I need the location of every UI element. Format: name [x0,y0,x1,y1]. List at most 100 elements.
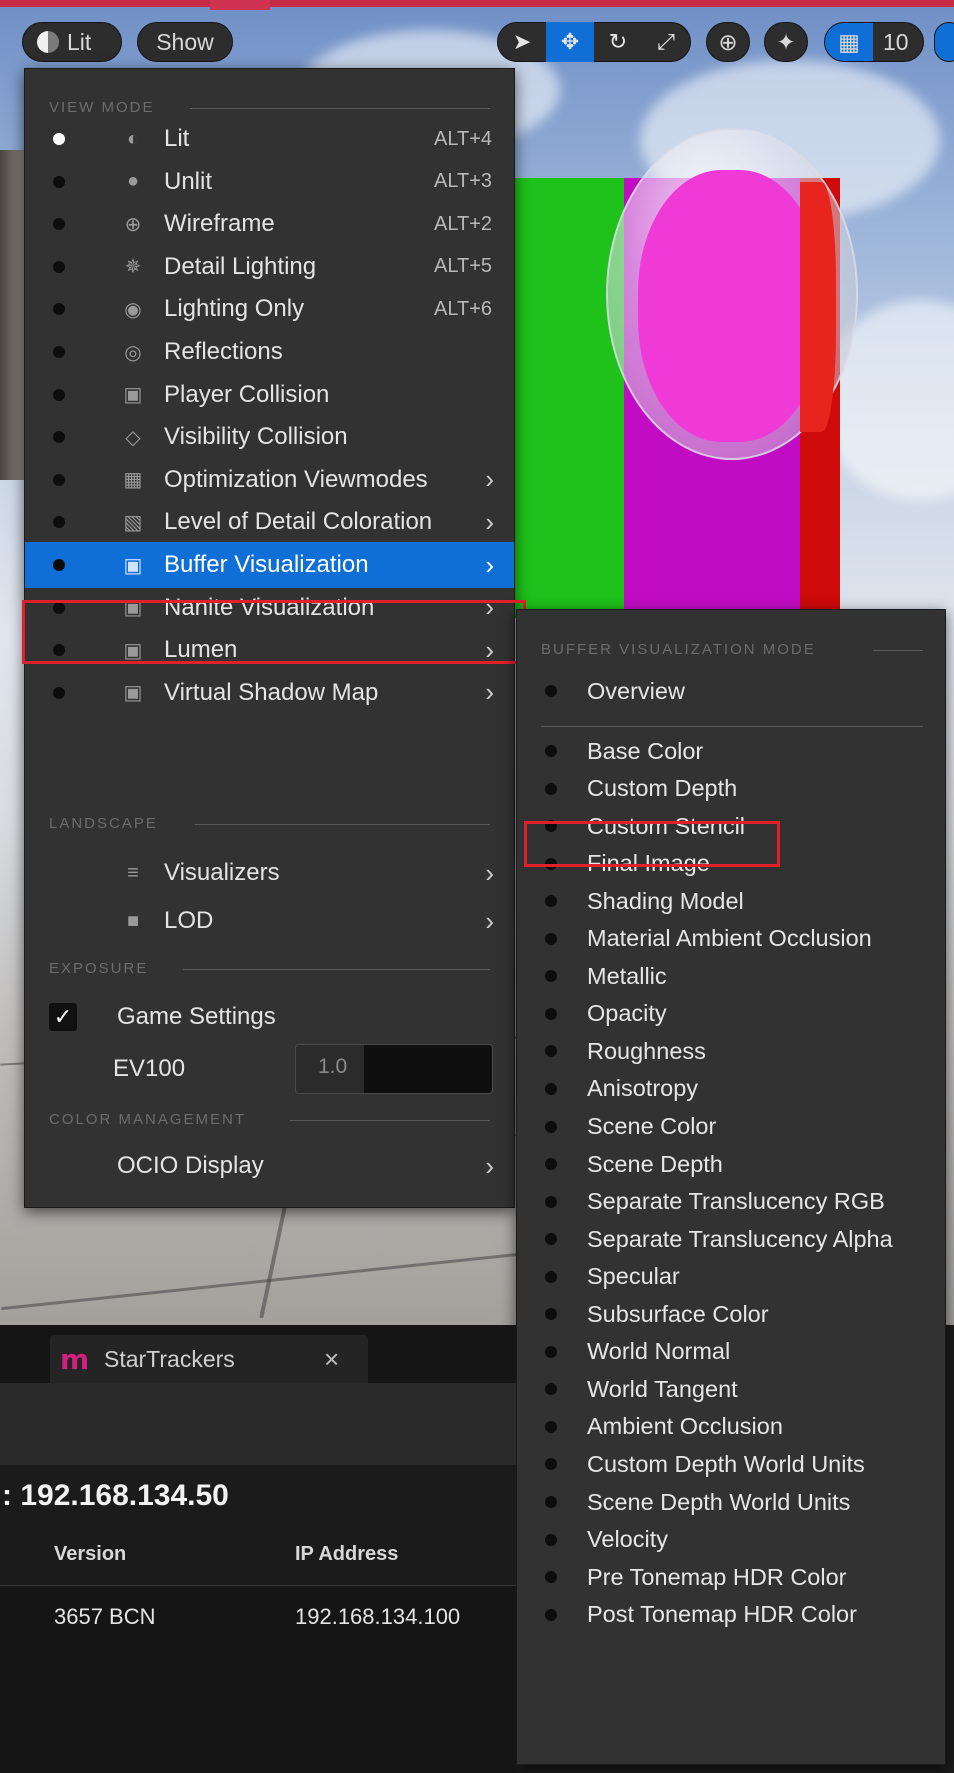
radio-dot [53,303,65,316]
radio-dot [545,1195,557,1208]
select-tool-icon[interactable]: ➤ [498,22,546,62]
address-title: : 192.168.134.50 [2,1479,229,1512]
submenu-item-subsurface-color[interactable]: Subsurface Color [517,1294,945,1334]
radio-dot [53,559,65,571]
menu-item-player-collision[interactable]: ▣ Player Collision [25,372,514,418]
game-settings-checkbox[interactable]: ✓ [49,1003,77,1031]
tab-startrackers[interactable]: m StarTrackers × [50,1335,368,1383]
menu-item-label: Player Collision [164,380,330,408]
menu-item-ocio-display[interactable]: OCIO Display › [25,1143,514,1189]
ev100-value: 1.0 [318,1055,348,1078]
view-mode-label: Lit [67,28,92,55]
menu-item-label: Optimization Viewmodes [164,465,428,493]
tab-close-icon[interactable]: × [324,1344,339,1375]
submenu-item-roughness[interactable]: Roughness [517,1031,945,1071]
submenu-item-material-ambient-occlusion[interactable]: Material Ambient Occlusion [517,919,945,959]
menu-item-optimization-viewmodes[interactable]: ▦ Optimization Viewmodes › [25,457,514,503]
submenu-item-label: Overview [587,677,685,704]
world-space-icon[interactable]: ⊕ [706,22,750,62]
section-divider [873,650,923,651]
menu-item-lod[interactable]: ■ LOD › [25,898,514,944]
submenu-item-label: Pre Tonemap HDR Color [587,1563,847,1590]
submenu-item-specular[interactable]: Specular [517,1257,945,1297]
highlight-box-buffer-visualization [22,600,526,664]
ev100-field[interactable]: 1.0 [295,1044,493,1094]
submenu-item-shading-model[interactable]: Shading Model [517,881,945,921]
submenu-item-base-color[interactable]: Base Color [517,731,945,771]
view-mode-button[interactable]: Lit [22,22,122,62]
menu-item-wireframe[interactable]: ⊕ Wireframe ALT+2 [25,201,514,247]
radio-dot [545,1120,557,1133]
submenu-item-anisotropy[interactable]: Anisotropy [517,1069,945,1109]
rock-mesh [0,150,24,480]
submenu-item-label: Material Ambient Occlusion [587,925,872,952]
radio-dot [545,1082,557,1095]
menu-item-visibility-collision[interactable]: ◇ Visibility Collision [25,414,514,460]
scale-tool-icon[interactable]: ⤢ [642,22,690,62]
chevron-right-icon: › [485,905,494,936]
submenu-item-scene-depth-world-units[interactable]: Scene Depth World Units [517,1482,945,1522]
radio-dot [545,1571,557,1584]
sphere-lit-icon [37,31,59,53]
sphere-unlit-icon: ● [126,170,140,193]
section-divider [541,726,923,727]
submenu-item-label: Scene Color [587,1113,717,1139]
move-tool-icon[interactable]: ✥ [546,22,594,62]
grid-snap-button[interactable]: ▦ 10 [824,22,924,62]
panel-toolbar [0,1383,516,1465]
section-divider [290,1120,490,1121]
menu-item-lit[interactable]: ◐ Lit ALT+4 [25,116,514,162]
title-accent-stripe [0,0,954,7]
submenu-item-custom-depth[interactable]: Custom Depth [517,769,945,809]
radio-dot [53,175,65,188]
radio-dot [53,686,65,699]
radio-dot [545,1608,557,1621]
menu-item-virtual-shadow-map[interactable]: ▣ Virtual Shadow Map › [25,670,514,716]
menu-item-buffer-visualization[interactable]: ▣ Buffer Visualization › [25,542,514,588]
submenu-item-opacity[interactable]: Opacity [517,994,945,1034]
menu-item-visualizers[interactable]: ≡ Visualizers › [25,850,514,896]
radio-dot [53,431,65,444]
column-header-ip-address[interactable]: IP Address [295,1543,398,1566]
submenu-title: BUFFER VISUALIZATION MODE [541,640,816,658]
submenu-item-pre-tonemap-hdr-color[interactable]: Pre Tonemap HDR Color [517,1557,945,1597]
rotation-snap-button[interactable] [934,22,954,62]
submenu-item-custom-depth-world-units[interactable]: Custom Depth World Units [517,1444,945,1484]
menu-item-detail-lighting[interactable]: ✵ Detail Lighting ALT+5 [25,244,514,290]
submenu-item-overview[interactable]: Overview [517,671,945,711]
submenu-item-label: World Tangent [587,1375,738,1402]
submenu-item-world-tangent[interactable]: World Tangent [517,1369,945,1409]
table-header: Version IP Address [0,1525,516,1586]
transform-tools-group: ➤ ✥ ↻ ⤢ [497,22,691,62]
submenu-item-world-normal[interactable]: World Normal [517,1332,945,1372]
radio-dot [545,1233,557,1246]
table-body: 3657 BCN 192.168.134.100 [0,1586,516,1773]
submenu-item-label: Metallic [587,962,667,989]
radio-dot [53,516,65,529]
radio-dot [545,1533,557,1546]
reflections-icon: ◎ [124,341,142,364]
radio-dot [545,1420,557,1433]
section-header-color-management: COLOR MANAGEMENT [49,1110,247,1128]
submenu-item-velocity[interactable]: Velocity [517,1520,945,1560]
game-settings-toggle[interactable]: ✓ Game Settings [25,994,514,1040]
show-button[interactable]: Show [137,22,233,62]
submenu-item-separate-translucency-rgb[interactable]: Separate Translucency RGB [517,1182,945,1222]
submenu-item-ambient-occlusion[interactable]: Ambient Occlusion [517,1407,945,1447]
submenu-item-scene-color[interactable]: Scene Color [517,1107,945,1147]
column-header-version[interactable]: Version [54,1543,126,1566]
submenu-item-post-tonemap-hdr-color[interactable]: Post Tonemap HDR Color [517,1595,945,1635]
menu-item-unlit[interactable]: ● Unlit ALT+3 [25,159,514,205]
submenu-item-separate-translucency-alpha[interactable]: Separate Translucency Alpha [517,1219,945,1259]
table-row[interactable]: 3657 BCN 192.168.134.100 [0,1586,516,1648]
menu-item-reflections[interactable]: ◎ Reflections [25,329,514,375]
surface-snap-icon[interactable]: ✦ [764,22,808,62]
menu-item-lighting-only[interactable]: ◉ Lighting Only ALT+6 [25,286,514,332]
menu-item-level-of-detail-coloration[interactable]: ▧ Level of Detail Coloration › [25,499,514,545]
rotate-tool-icon[interactable]: ↻ [594,22,642,62]
submenu-item-metallic[interactable]: Metallic [517,956,945,996]
shortcut-label: ALT+5 [434,255,492,278]
radio-dot [53,260,65,273]
submenu-item-scene-depth[interactable]: Scene Depth [517,1144,945,1184]
submenu-item-label: Specular [587,1263,680,1290]
